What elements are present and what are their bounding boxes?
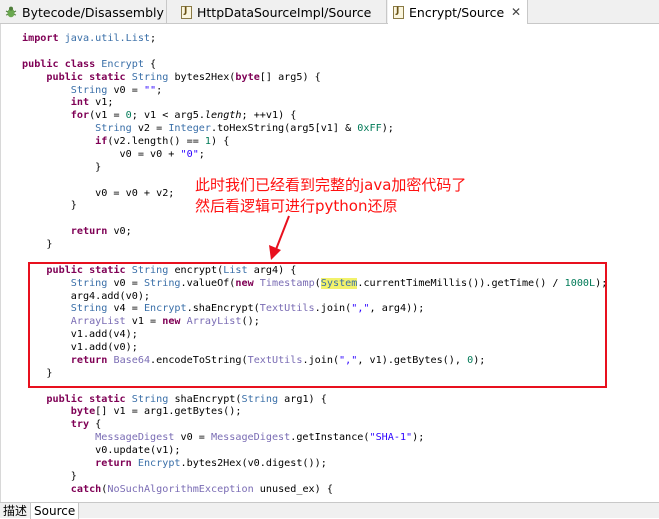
tab-description[interactable]: 描述: [0, 503, 30, 519]
tab-label: Encrypt/Source: [409, 5, 505, 20]
annotation-line-2: 然后看逻辑可进行python还原: [195, 197, 398, 215]
code-line-31: try {: [70, 419, 102, 431]
annotation-text: 此时我们已经看到完整的java加密代码了 然后看逻辑可进行python还原: [195, 175, 466, 217]
bottom-tab-bar: 描述 Source: [0, 502, 659, 519]
code-line-16: return v0;: [70, 226, 132, 238]
code-line-11: }: [22, 161, 102, 173]
bug-icon: [5, 6, 17, 18]
tab-encrypt-source[interactable]: Encrypt/Source ✕: [388, 0, 528, 25]
code-line-29: public static String shaEncrypt(String a…: [46, 393, 327, 405]
code-line-3: public class Encrypt {: [22, 58, 157, 70]
code-line-17: }: [22, 239, 53, 250]
code-line-13: v0 = v0 + v2;: [22, 187, 175, 199]
code-line-33: v0.update(v1);: [22, 445, 181, 456]
code-line-36: catch(NoSuchAlgorithmException unused_ex…: [70, 483, 333, 495]
code-line-32: MessageDigest v0 = MessageDigest.getInst…: [95, 432, 425, 444]
java-file-icon: [393, 6, 404, 19]
code-line-4: public static String bytes2Hex(byte[] ar…: [46, 71, 321, 83]
code-line-30: byte[] v1 = arg1.getBytes();: [70, 406, 242, 418]
code-line-9: if(v2.length() == 1) {: [95, 136, 230, 147]
code-line-8: String v2 = Integer.toHexString(arg5[v1]…: [95, 123, 394, 135]
code-line-5: String v0 = "";: [70, 84, 163, 96]
code-line-7: for(v1 = 0; v1 < arg5.length; ++v1) {: [70, 110, 297, 122]
code-line-6: int v1;: [70, 97, 114, 109]
code-line-10: v0 = v0 + "0";: [22, 148, 205, 160]
tab-httpdatasourceimpl-source[interactable]: HttpDataSourceImpl/Source: [176, 0, 387, 24]
code-line-35: }: [22, 470, 77, 482]
tab-label: Bytecode/Disassembly: [22, 4, 164, 20]
tab-source[interactable]: Source: [30, 503, 80, 519]
arrow-icon: [269, 215, 290, 260]
tab-bytecode-disassembly[interactable]: Bytecode/Disassembly: [0, 0, 167, 24]
tab-label: HttpDataSourceImpl/Source: [197, 4, 372, 20]
java-file-icon: [181, 5, 192, 19]
editor-tab-bar: Bytecode/Disassembly HttpDataSourceImpl/…: [0, 0, 659, 25]
highlight-box: [28, 262, 607, 388]
close-icon[interactable]: ✕: [511, 5, 521, 19]
code-line-14: }: [22, 200, 77, 212]
annotation-line-1: 此时我们已经看到完整的java加密代码了: [195, 176, 467, 194]
code-line-1: import java.util.List;: [22, 33, 157, 44]
code-line-34: return Encrypt.bytes2Hex(v0.digest());: [95, 457, 327, 469]
